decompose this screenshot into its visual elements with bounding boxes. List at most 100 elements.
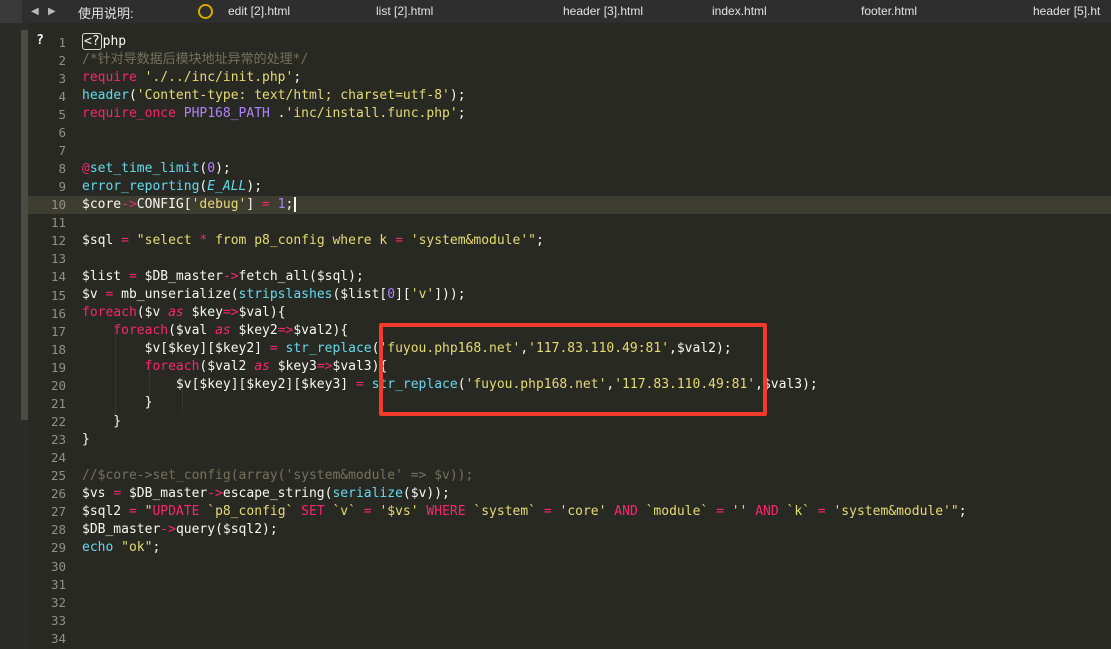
code-line[interactable]: 10$core->CONFIG['debug'] = 1; xyxy=(28,196,1111,214)
code-line[interactable]: 34 xyxy=(28,629,1111,647)
code-line[interactable]: 6 xyxy=(28,123,1111,141)
tab-header-5-html[interactable]: header [5].ht xyxy=(1033,4,1100,18)
code-line[interactable]: 1<?php xyxy=(28,33,1111,51)
code-line[interactable]: 7 xyxy=(28,141,1111,159)
code-line[interactable]: 16foreach($v as $key=>$val){ xyxy=(28,304,1111,322)
line-number[interactable]: 32 xyxy=(28,595,66,610)
line-number[interactable]: 23 xyxy=(28,432,66,447)
code-line[interactable]: 27$sql2 = "UPDATE `p8_config` SET `v` = … xyxy=(28,503,1111,521)
code-text: require './../inc/init.php'; xyxy=(66,69,301,87)
line-number[interactable]: 8 xyxy=(28,161,66,176)
line-number[interactable]: 12 xyxy=(28,233,66,248)
tab-edit-2-html[interactable]: edit [2].html xyxy=(228,4,290,18)
code-text: $DB_master->query($sql2); xyxy=(66,521,278,539)
line-number[interactable]: 3 xyxy=(28,71,66,86)
code-line[interactable]: 18 $v[$key][$key2] = str_replace('fuyou.… xyxy=(28,340,1111,358)
tab-header-3-html[interactable]: header [3].html xyxy=(563,4,643,18)
code-line[interactable]: 13 xyxy=(28,250,1111,268)
line-number[interactable]: 6 xyxy=(28,125,66,140)
code-line[interactable]: 8@set_time_limit(0); xyxy=(28,159,1111,177)
code-line[interactable]: 22 } xyxy=(28,412,1111,430)
code-text: $core->CONFIG['debug'] = 1; xyxy=(66,196,296,214)
line-number[interactable]: 4 xyxy=(28,89,66,104)
line-number[interactable]: 26 xyxy=(28,486,66,501)
code-line[interactable]: 21 } xyxy=(28,394,1111,412)
code-text: $sql = "select * from p8_config where k … xyxy=(66,232,544,250)
line-number[interactable]: 17 xyxy=(28,324,66,339)
code-text: $sql2 = "UPDATE `p8_config` SET `v` = '$… xyxy=(66,503,967,521)
line-number[interactable]: 2 xyxy=(28,53,66,68)
scrollbar-thumb[interactable] xyxy=(21,30,28,420)
line-number[interactable]: 11 xyxy=(28,215,66,230)
code-line[interactable]: 15$v = mb_unserialize(stripslashes($list… xyxy=(28,286,1111,304)
code-line[interactable]: 4header('Content-type: text/html; charse… xyxy=(28,87,1111,105)
code-line[interactable]: 31 xyxy=(28,575,1111,593)
code-line[interactable]: 24 xyxy=(28,449,1111,467)
code-text: } xyxy=(66,394,152,412)
tab-footer-html[interactable]: footer.html xyxy=(861,4,917,18)
line-number[interactable]: 21 xyxy=(28,396,66,411)
unsaved-changes-icon xyxy=(198,4,213,19)
code-line[interactable]: 17 foreach($val as $key2=>$val2){ xyxy=(28,322,1111,340)
code-line[interactable]: 5require_once PHP168_PATH .'inc/install.… xyxy=(28,105,1111,123)
tab-nav-forward-icon[interactable]: ▶ xyxy=(48,4,56,19)
code-text: <?php xyxy=(66,33,126,51)
left-scrollbar-track xyxy=(0,23,28,649)
code-line[interactable]: 29echo "ok"; xyxy=(28,539,1111,557)
code-line[interactable]: 2/*针对导数据后模块地址异常的处理*/ xyxy=(28,51,1111,69)
code-area[interactable]: ? 1<?php2/*针对导数据后模块地址异常的处理*/3require './… xyxy=(28,23,1111,649)
code-line[interactable]: 25//$core->set_config(array('system&modu… xyxy=(28,467,1111,485)
code-line[interactable]: 26$vs = $DB_master->escape_string(serial… xyxy=(28,485,1111,503)
line-number[interactable]: 18 xyxy=(28,342,66,357)
code-line[interactable]: 28$DB_master->query($sql2); xyxy=(28,521,1111,539)
code-text: /*针对导数据后模块地址异常的处理*/ xyxy=(66,51,308,69)
code-line[interactable]: 14$list = $DB_master->fetch_all($sql); xyxy=(28,268,1111,286)
line-number[interactable]: 15 xyxy=(28,288,66,303)
tab-list-2-html[interactable]: list [2].html xyxy=(376,4,433,18)
line-number[interactable]: 22 xyxy=(28,414,66,429)
tab-nav-back-icon[interactable]: ◀ xyxy=(31,4,39,19)
code-text: foreach($val as $key2=>$val2){ xyxy=(66,322,348,340)
line-number[interactable]: 30 xyxy=(28,559,66,574)
code-line[interactable]: 33 xyxy=(28,611,1111,629)
line-number[interactable]: 25 xyxy=(28,468,66,483)
code-text: foreach($v as $key=>$val){ xyxy=(66,304,286,322)
code-line[interactable]: 20 $v[$key][$key2][$key3] = str_replace(… xyxy=(28,376,1111,394)
line-number[interactable]: 1 xyxy=(28,35,66,50)
line-number[interactable]: 24 xyxy=(28,450,66,465)
code-line[interactable]: 9error_reporting(E_ALL); xyxy=(28,178,1111,196)
line-number[interactable]: 13 xyxy=(28,251,66,266)
text-cursor xyxy=(294,197,296,212)
line-number[interactable]: 7 xyxy=(28,143,66,158)
code-line[interactable]: 30 xyxy=(28,557,1111,575)
code-line[interactable]: 23} xyxy=(28,431,1111,449)
code-line[interactable]: 3require './../inc/init.php'; xyxy=(28,69,1111,87)
line-number[interactable]: 29 xyxy=(28,540,66,555)
tab-usage-notes[interactable]: 使用说明: xyxy=(78,3,134,22)
window-corner-block xyxy=(0,0,22,23)
line-number[interactable]: 5 xyxy=(28,107,66,122)
line-number[interactable]: 33 xyxy=(28,613,66,628)
code-text: } xyxy=(66,431,90,449)
code-text: header('Content-type: text/html; charset… xyxy=(66,87,466,105)
code-text: $list = $DB_master->fetch_all($sql); xyxy=(66,268,364,286)
line-number[interactable]: 14 xyxy=(28,269,66,284)
line-number[interactable]: 34 xyxy=(28,631,66,646)
code-line[interactable]: 11 xyxy=(28,214,1111,232)
line-number[interactable]: 20 xyxy=(28,378,66,393)
code-line[interactable]: 32 xyxy=(28,593,1111,611)
code-text: $v[$key][$key2] = str_replace('fuyou.php… xyxy=(66,340,732,358)
code-line[interactable]: 19 foreach($val2 as $key3=>$val3){ xyxy=(28,358,1111,376)
code-line[interactable]: 12$sql = "select * from p8_config where … xyxy=(28,232,1111,250)
line-number[interactable]: 31 xyxy=(28,577,66,592)
tab-index-html[interactable]: index.html xyxy=(712,4,767,18)
tab-bar: ◀ ▶ 使用说明: edit [2].html list [2].html he… xyxy=(0,0,1111,24)
code-editor-window: ◀ ▶ 使用说明: edit [2].html list [2].html he… xyxy=(0,0,1111,649)
line-number[interactable]: 10 xyxy=(28,197,66,212)
line-number[interactable]: 27 xyxy=(28,504,66,519)
line-number[interactable]: 9 xyxy=(28,179,66,194)
code-text: //$core->set_config(array('system&module… xyxy=(66,467,473,485)
line-number[interactable]: 28 xyxy=(28,522,66,537)
line-number[interactable]: 16 xyxy=(28,306,66,321)
line-number[interactable]: 19 xyxy=(28,360,66,375)
